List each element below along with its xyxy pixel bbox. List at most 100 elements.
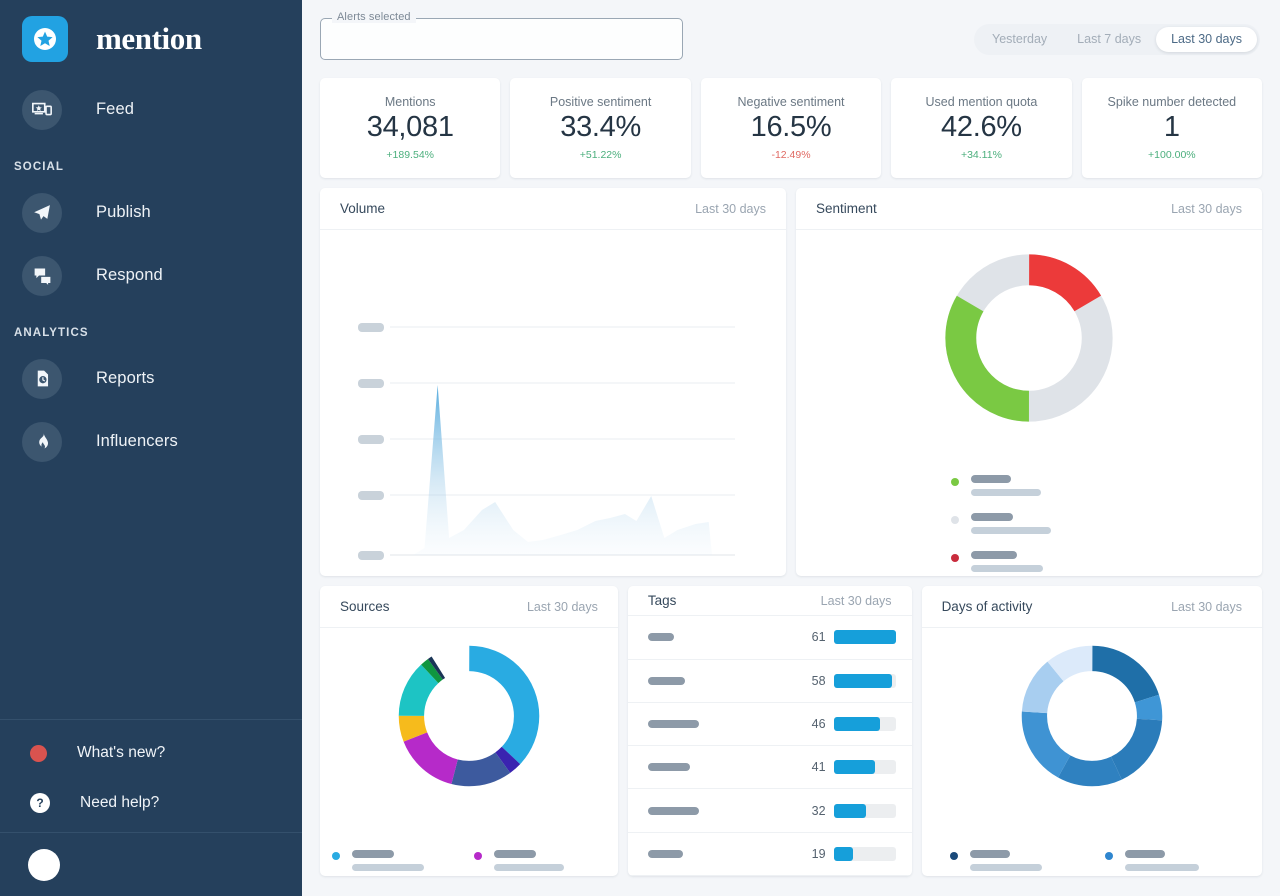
- sidebar-item-respond[interactable]: Respond: [0, 244, 302, 307]
- brand[interactable]: mention: [0, 0, 302, 78]
- date-range-segmented-control: Yesterday Last 7 days Last 30 days: [974, 24, 1260, 55]
- tag-count: 19: [800, 847, 826, 861]
- sidebar-item-label: Feed: [96, 100, 134, 119]
- legend-dot-positive-icon: [951, 478, 959, 486]
- red-dot-icon: [30, 745, 47, 762]
- legend-item-negative: [951, 551, 1051, 572]
- panel-row-3: Sources Last 30 days: [302, 576, 1280, 876]
- kpi-delta: +51.22%: [580, 149, 622, 161]
- legend-item-day-2: [1105, 850, 1242, 871]
- panel-sentiment: Sentiment Last 30 days: [796, 188, 1262, 576]
- table-row[interactable]: 58: [628, 660, 912, 703]
- sidebar-item-label: Publish: [96, 203, 151, 222]
- tag-bar-track: [834, 847, 896, 861]
- tag-bar-track: [834, 630, 896, 644]
- tag-bar-track: [834, 804, 896, 818]
- days-donut-icon: [1016, 640, 1168, 792]
- avatar-icon: [28, 849, 60, 881]
- kpi-label: Negative sentiment: [738, 95, 845, 109]
- panel-range: Last 30 days: [527, 600, 598, 614]
- kpi-delta: +34.11%: [961, 149, 1002, 161]
- panel-header: Sources Last 30 days: [320, 586, 618, 628]
- sources-legend: [332, 850, 606, 876]
- panel-range: Last 30 days: [821, 594, 892, 608]
- tag-bar-track: [834, 760, 896, 774]
- panel-header: Tags Last 30 days: [628, 586, 912, 616]
- flame-icon: [22, 422, 62, 462]
- kpi-delta: -12.49%: [771, 149, 810, 161]
- alerts-selected-label: Alerts selected: [332, 11, 416, 23]
- table-row[interactable]: 41: [628, 746, 912, 789]
- question-mark-icon: ?: [30, 793, 50, 813]
- panel-range: Last 30 days: [695, 202, 766, 216]
- kpi-card-mentions[interactable]: Mentions 34,081 +189.54%: [320, 78, 500, 178]
- need-help-button[interactable]: ? Need help?: [0, 778, 302, 828]
- kpi-label: Spike number detected: [1108, 95, 1237, 109]
- user-account-row[interactable]: [0, 832, 302, 896]
- days-legend: [950, 850, 1242, 876]
- range-last-7-days-button[interactable]: Last 7 days: [1062, 27, 1156, 52]
- legend-dot-neutral-icon: [951, 516, 959, 524]
- volume-chart[interactable]: [320, 230, 786, 576]
- kpi-label: Used mention quota: [925, 95, 1037, 109]
- sentiment-chart[interactable]: [796, 230, 1262, 576]
- days-of-activity-chart[interactable]: [922, 628, 1262, 876]
- legend-dot-negative-icon: [951, 554, 959, 562]
- kpi-row: Mentions 34,081 +189.54% Positive sentim…: [302, 78, 1280, 178]
- legend-placeholder-text: [971, 475, 1041, 496]
- tag-count: 46: [800, 717, 826, 731]
- table-row[interactable]: 19: [628, 833, 912, 876]
- legend-placeholder-text: [971, 513, 1051, 534]
- legend-placeholder-text: [1125, 850, 1199, 871]
- panel-header: Sentiment Last 30 days: [796, 188, 1262, 230]
- brand-name: mention: [96, 21, 202, 57]
- whats-new-button[interactable]: What's new?: [0, 728, 302, 778]
- range-yesterday-button[interactable]: Yesterday: [977, 27, 1062, 52]
- panel-volume: Volume Last 30 days: [320, 188, 786, 576]
- table-row[interactable]: 46: [628, 703, 912, 746]
- tags-list: 61 58 46 41: [628, 616, 912, 876]
- kpi-card-negative-sentiment[interactable]: Negative sentiment 16.5% -12.49%: [701, 78, 881, 178]
- kpi-delta: +100.00%: [1148, 149, 1196, 161]
- alerts-selected-input[interactable]: [320, 18, 683, 60]
- panel-header: Days of activity Last 30 days: [922, 586, 1262, 628]
- kpi-card-used-mention-quota[interactable]: Used mention quota 42.6% +34.11%: [891, 78, 1071, 178]
- sidebar-item-publish[interactable]: Publish: [0, 181, 302, 244]
- kpi-label: Mentions: [385, 95, 436, 109]
- kpi-delta: +189.54%: [386, 149, 434, 161]
- legend-dot-icon: [1105, 852, 1113, 860]
- sources-chart[interactable]: [320, 628, 618, 876]
- volume-area-series: [390, 230, 735, 576]
- tag-name-placeholder: [648, 763, 800, 771]
- sentiment-legend: [951, 475, 1051, 572]
- legend-placeholder-text: [352, 850, 424, 871]
- volume-y-axis-placeholders: [358, 230, 388, 576]
- panel-title: Tags: [648, 593, 677, 608]
- panel-title: Days of activity: [942, 599, 1033, 614]
- sidebar-item-label: Respond: [96, 266, 163, 285]
- star-badge-icon: [22, 16, 68, 62]
- sidebar-footer: What's new? ? Need help?: [0, 719, 302, 832]
- table-row[interactable]: 61: [628, 616, 912, 659]
- legend-placeholder-text: [970, 850, 1042, 871]
- range-last-30-days-button[interactable]: Last 30 days: [1156, 27, 1257, 52]
- sidebar-item-reports[interactable]: Reports: [0, 347, 302, 410]
- tag-name-placeholder: [648, 720, 800, 728]
- legend-item-source-1: [332, 850, 464, 871]
- sidebar-item-influencers[interactable]: Influencers: [0, 410, 302, 473]
- table-row[interactable]: 32: [628, 789, 912, 832]
- chat-bubbles-icon: [22, 256, 62, 296]
- kpi-value: 42.6%: [941, 111, 1022, 144]
- kpi-card-spike-number-detected[interactable]: Spike number detected 1 +100.00%: [1082, 78, 1262, 178]
- legend-item-neutral: [951, 513, 1051, 534]
- panel-tags: Tags Last 30 days 61 58: [628, 586, 912, 876]
- devices-mention-icon: [22, 90, 62, 130]
- kpi-card-positive-sentiment[interactable]: Positive sentiment 33.4% +51.22%: [510, 78, 690, 178]
- sidebar-item-feed[interactable]: Feed: [0, 78, 302, 141]
- app-root: mention Feed SOCIAL Publish: [0, 0, 1280, 896]
- panel-header: Volume Last 30 days: [320, 188, 786, 230]
- sidebar-item-label: Influencers: [96, 432, 178, 451]
- main-content: Alerts selected Yesterday Last 7 days La…: [302, 0, 1280, 896]
- panel-title: Volume: [340, 201, 385, 216]
- kpi-value: 33.4%: [560, 111, 641, 144]
